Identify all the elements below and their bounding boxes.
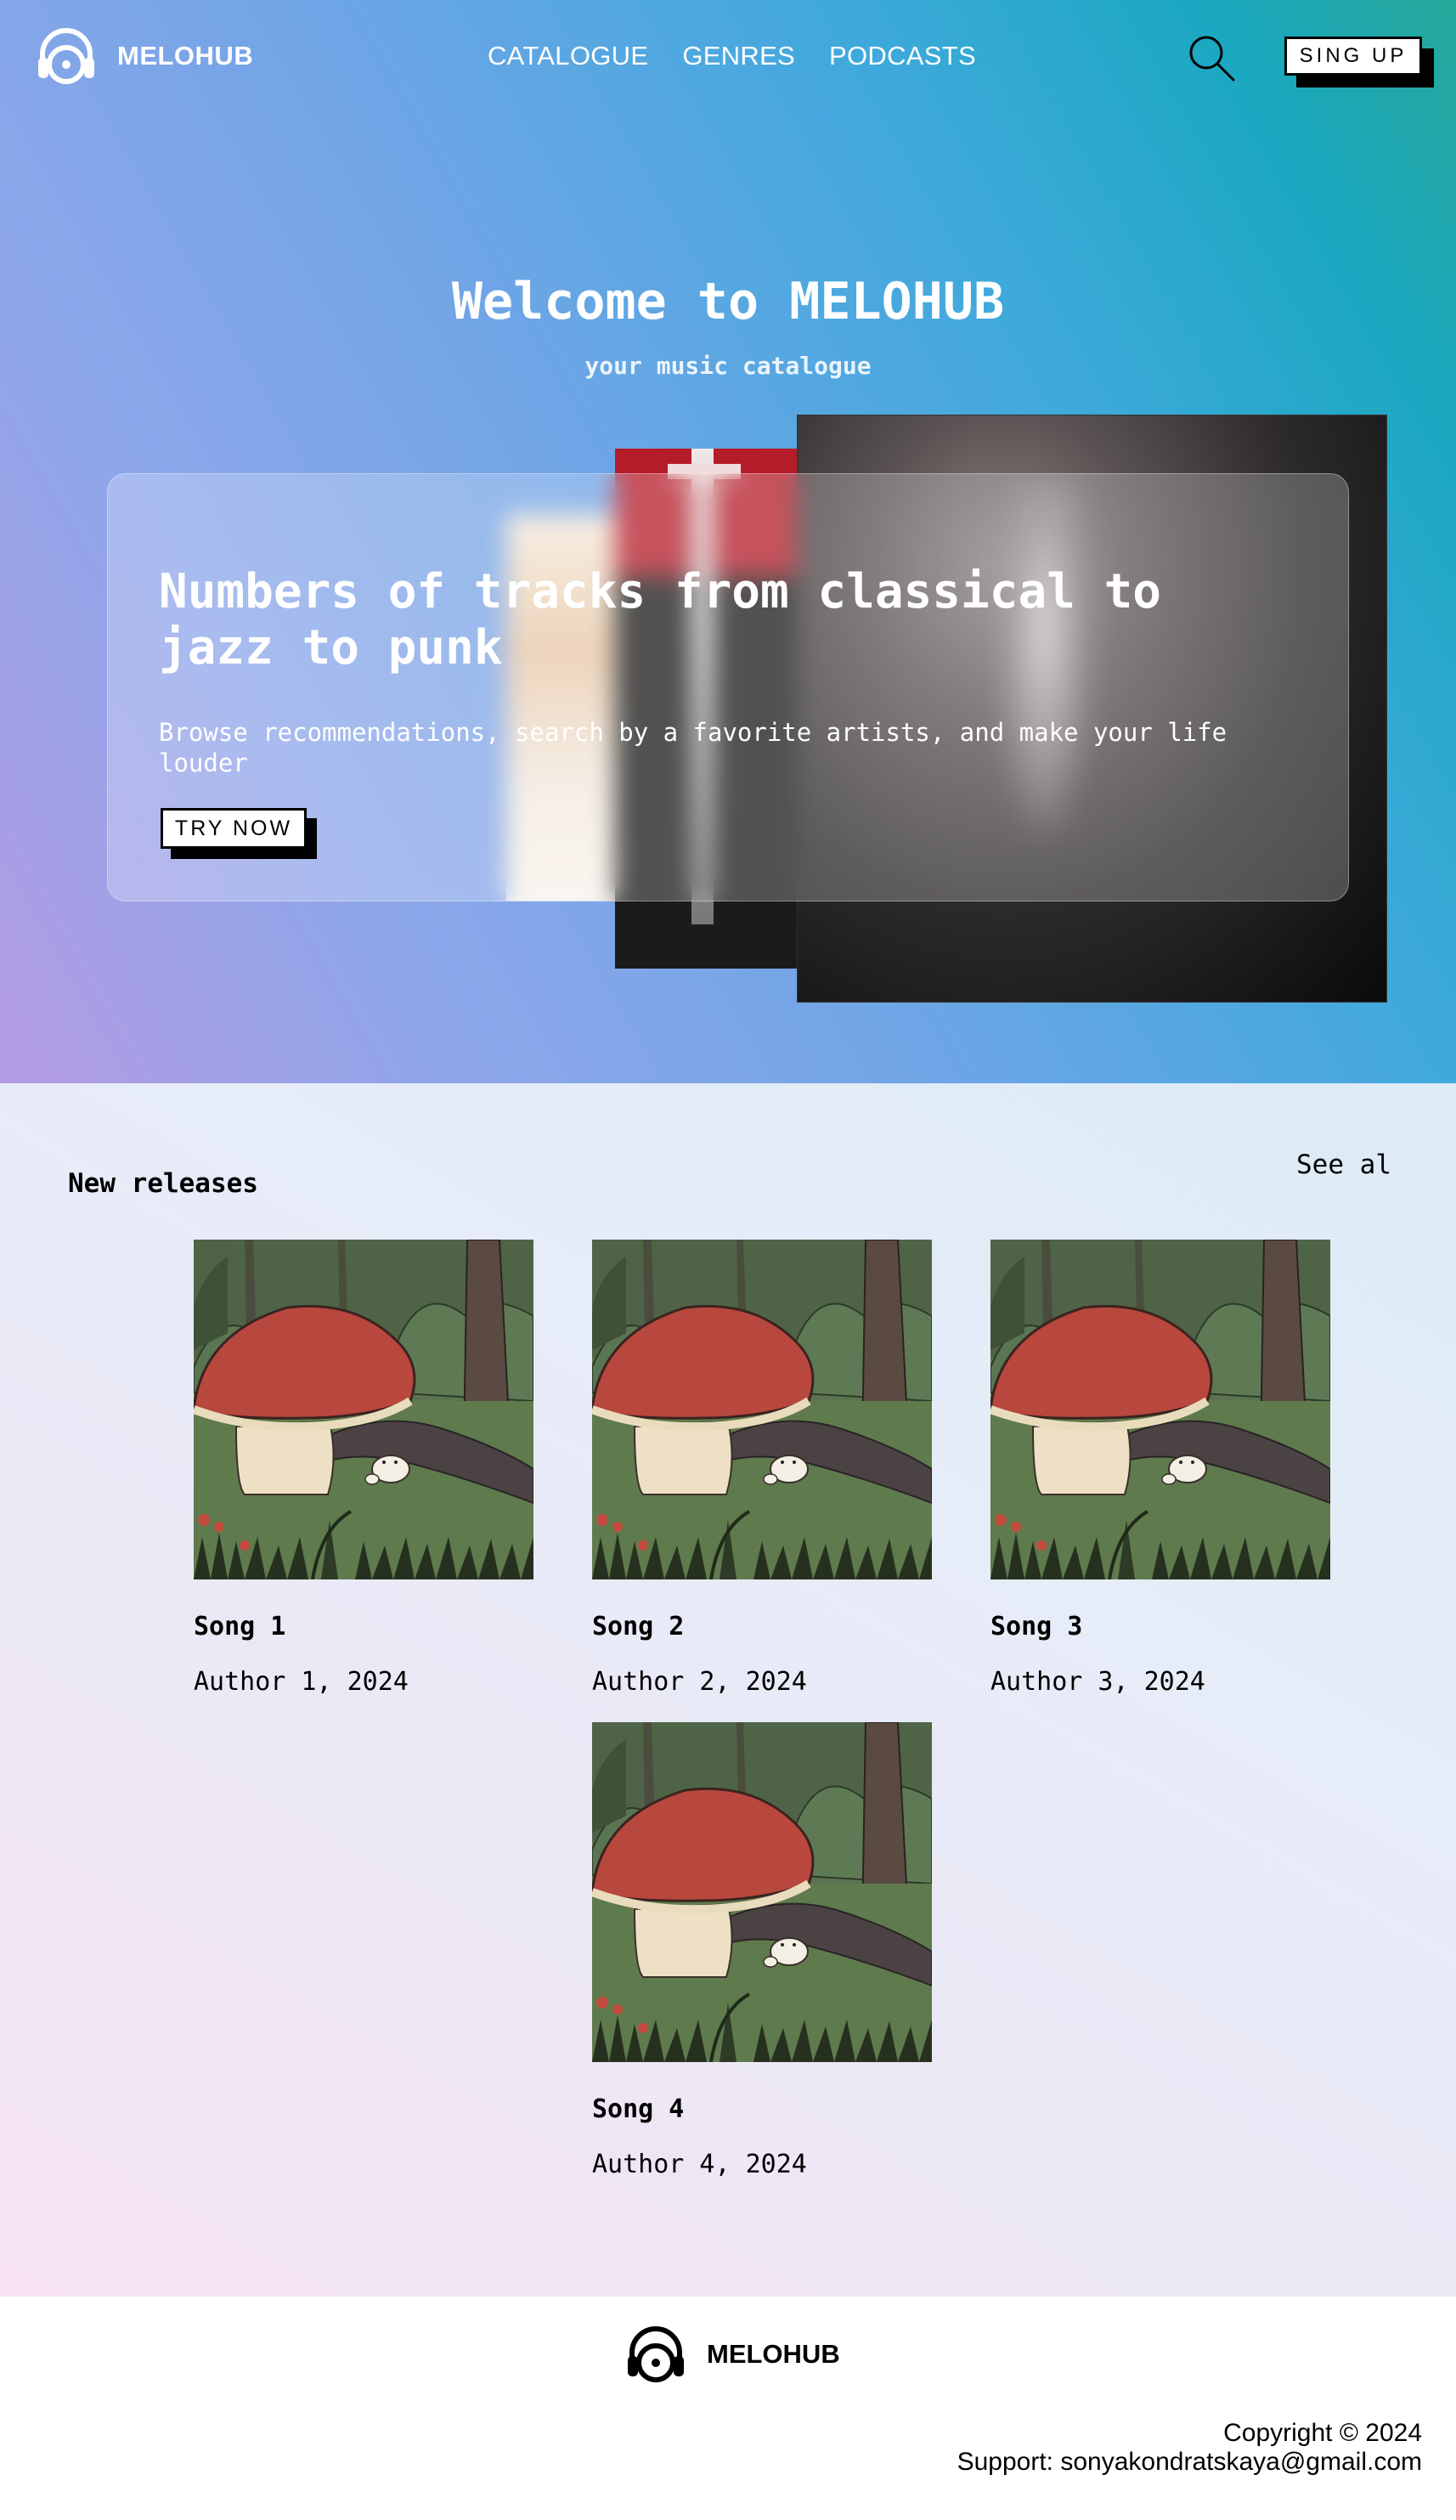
hero-section: MELOHUB CATALOGUE GENRES PODCASTS SING U… <box>0 0 1456 1083</box>
nav-link-catalogue[interactable]: CATALOGUE <box>488 41 648 71</box>
main-menu: CATALOGUE GENRES PODCASTS <box>488 41 976 71</box>
song-title: Song 3 <box>990 1612 1083 1641</box>
try-now-button[interactable]: TRY NOW <box>161 808 307 849</box>
new-releases-section: New releases See al Song 1 Author 1, 202… <box>0 1083 1456 2297</box>
song-cover-image <box>592 1240 932 1579</box>
search-button[interactable] <box>1186 32 1237 83</box>
section-title: New releases <box>68 1168 258 1199</box>
song-cover-image <box>194 1240 533 1579</box>
headphones-icon <box>34 24 99 88</box>
nav-link-podcasts[interactable]: PODCASTS <box>829 41 976 71</box>
song-card[interactable]: Song 2 Author 2, 2024 <box>592 1240 932 1697</box>
brand-name: MELOHUB <box>117 41 254 71</box>
search-icon <box>1189 36 1235 82</box>
see-all-link[interactable]: See al <box>1296 1150 1391 1180</box>
support-email[interactable]: Support: sonyakondratskaya@gmail.com <box>957 2448 1422 2477</box>
hero-title: Welcome to MELOHUB <box>451 272 1005 331</box>
song-title: Song 1 <box>194 1612 286 1641</box>
headphones-icon <box>624 2322 688 2387</box>
hero-subtitle: your music catalogue <box>584 352 872 380</box>
song-card[interactable]: Song 4 Author 4, 2024 <box>592 1722 932 2179</box>
nav-link-genres[interactable]: GENRES <box>682 41 795 71</box>
song-cover-image <box>990 1240 1330 1579</box>
song-title: Song 4 <box>592 2094 685 2124</box>
promo-text: Browse recommendations, search by a favo… <box>159 718 1227 777</box>
promo-heading: Numbers of tracks from classical to jazz… <box>159 564 1162 675</box>
song-title: Song 2 <box>592 1612 685 1641</box>
song-author-year: Author 4, 2024 <box>592 2150 807 2179</box>
song-author-year: Author 3, 2024 <box>990 1667 1205 1697</box>
brand-logo[interactable]: MELOHUB <box>34 24 253 88</box>
footer-brand-logo[interactable]: MELOHUB <box>624 2322 840 2387</box>
top-nav: MELOHUB CATALOGUE GENRES PODCASTS SING U… <box>0 0 1456 110</box>
page-footer: MELOHUB Copyright © 2024 Support: sonyak… <box>0 2297 1456 2520</box>
footer-info: Copyright © 2024 Support: sonyakondratsk… <box>957 2419 1422 2477</box>
signup-button[interactable]: SING UP <box>1284 37 1422 76</box>
hero-promo-card: Numbers of tracks from classical to jazz… <box>107 473 1349 901</box>
song-author-year: Author 1, 2024 <box>194 1667 409 1697</box>
copyright-text: Copyright © 2024 <box>1223 2419 1422 2447</box>
song-card[interactable]: Song 3 Author 3, 2024 <box>990 1240 1330 1697</box>
song-author-year: Author 2, 2024 <box>592 1667 807 1697</box>
footer-brand-name: MELOHUB <box>707 2339 840 2369</box>
song-cover-image <box>592 1722 932 2062</box>
song-card[interactable]: Song 1 Author 1, 2024 <box>194 1240 533 1697</box>
